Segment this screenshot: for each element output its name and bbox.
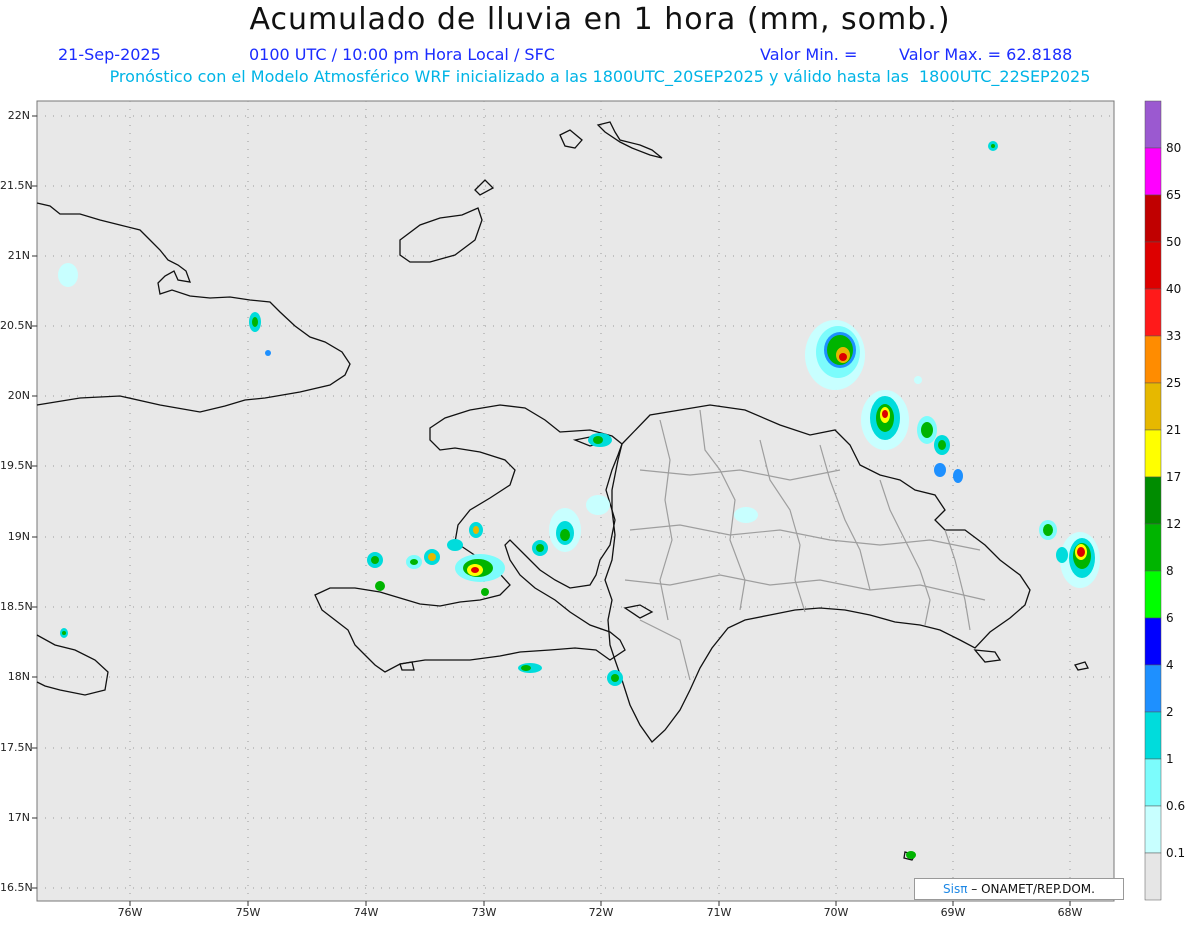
lon-label: 72W bbox=[588, 906, 614, 919]
lat-label: 20N bbox=[7, 389, 30, 402]
colorbar-segment bbox=[1144, 429, 1162, 478]
colorbar-segment bbox=[1144, 758, 1162, 807]
colorbar-label: 1 bbox=[1166, 752, 1174, 766]
lat-label: 18.5N bbox=[0, 600, 33, 613]
colorbar-label: 80 bbox=[1166, 141, 1182, 155]
colorbar-segment bbox=[1144, 100, 1162, 149]
colorbar-label: 40 bbox=[1166, 282, 1182, 296]
lon-label: 74W bbox=[353, 906, 379, 919]
colorbar bbox=[1144, 100, 1162, 901]
lat-label: 21.5N bbox=[0, 179, 33, 192]
colorbar-segment bbox=[1144, 147, 1162, 196]
lon-label: 76W bbox=[117, 906, 143, 919]
colorbar-label: 65 bbox=[1166, 188, 1182, 202]
lat-label: 21N bbox=[7, 249, 30, 262]
colorbar-segment bbox=[1144, 570, 1162, 619]
colorbar-label: 17 bbox=[1166, 470, 1182, 484]
lat-label: 19.5N bbox=[0, 459, 33, 472]
colorbar-segment bbox=[1144, 805, 1162, 854]
colorbar-label: 4 bbox=[1166, 658, 1174, 672]
lat-ticks bbox=[32, 115, 37, 889]
colorbar-segment bbox=[1144, 711, 1162, 760]
colorbar-label: 0.1 bbox=[1166, 846, 1186, 860]
colorbar-label: 6 bbox=[1166, 611, 1174, 625]
colorbar-segment bbox=[1144, 476, 1162, 525]
colorbar-segment bbox=[1144, 194, 1162, 243]
credit-text: – ONAMET/REP.DOM. bbox=[967, 882, 1095, 896]
colorbar-label: 8 bbox=[1166, 564, 1174, 578]
colorbar-segment bbox=[1144, 288, 1162, 337]
colorbar-label: 21 bbox=[1166, 423, 1182, 437]
colorbar-segment bbox=[1144, 523, 1162, 572]
sispi-logo: Sisπ bbox=[943, 882, 968, 896]
rainfall-map bbox=[32, 100, 1162, 906]
colorbar-label: 50 bbox=[1166, 235, 1182, 249]
colorbar-segment bbox=[1144, 852, 1162, 901]
lat-label: 22N bbox=[7, 109, 30, 122]
lat-label: 16.5N bbox=[0, 881, 33, 894]
map-area bbox=[36, 100, 1115, 902]
lat-label: 19N bbox=[7, 530, 30, 543]
lon-label: 69W bbox=[940, 906, 966, 919]
lat-label: 18N bbox=[7, 670, 30, 683]
lon-label: 71W bbox=[706, 906, 732, 919]
lat-label: 17.5N bbox=[0, 741, 33, 754]
colorbar-label: 2 bbox=[1166, 705, 1174, 719]
colorbar-segment bbox=[1144, 664, 1162, 713]
lon-label: 73W bbox=[471, 906, 497, 919]
lon-label: 68W bbox=[1057, 906, 1083, 919]
colorbar-segment bbox=[1144, 335, 1162, 384]
colorbar-label: 33 bbox=[1166, 329, 1182, 343]
lon-label: 70W bbox=[823, 906, 849, 919]
colorbar-segment bbox=[1144, 617, 1162, 666]
lon-label: 75W bbox=[235, 906, 261, 919]
lat-label: 17N bbox=[7, 811, 30, 824]
lat-label: 20.5N bbox=[0, 319, 33, 332]
colorbar-label: 0.6 bbox=[1166, 799, 1186, 813]
colorbar-label: 25 bbox=[1166, 376, 1182, 390]
credit-box: Sisπ – ONAMET/REP.DOM. bbox=[914, 878, 1124, 900]
colorbar-label: 12 bbox=[1166, 517, 1182, 531]
colorbar-segment bbox=[1144, 241, 1162, 290]
colorbar-segment bbox=[1144, 382, 1162, 431]
